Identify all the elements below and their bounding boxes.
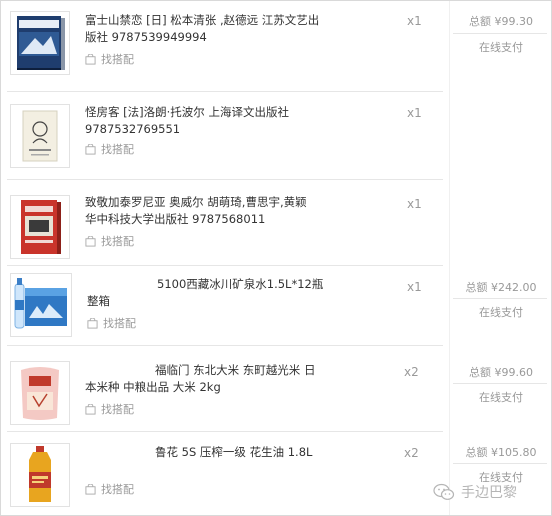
find-match-link[interactable]: 找搭配 bbox=[87, 315, 136, 331]
payment-status: 在线支付 bbox=[479, 391, 523, 404]
find-match-label: 找搭配 bbox=[101, 403, 134, 416]
bag-icon bbox=[85, 235, 96, 247]
product-thumbnail[interactable] bbox=[10, 361, 70, 425]
quantity: x1 bbox=[407, 280, 422, 294]
find-match-label: 找搭配 bbox=[101, 143, 134, 156]
product-title[interactable]: 5100西藏冰川矿泉水1.5L*12瓶 整箱 bbox=[87, 276, 323, 310]
quantity: x1 bbox=[407, 106, 422, 120]
find-match-link[interactable]: 找搭配 bbox=[85, 141, 134, 157]
payment-status: 在线支付 bbox=[479, 306, 523, 319]
order-row-5: 福临门 东北大米 东町越光米 日 本米种 中粮出品 大米 2kg 找搭配 x2 bbox=[1, 345, 449, 431]
product-title[interactable]: 怪房客 [法]洛朗·托波尔 上海译文出版社 9787532769551 bbox=[85, 104, 289, 138]
find-match-label: 找搭配 bbox=[101, 483, 134, 496]
product-thumbnail[interactable] bbox=[10, 273, 72, 337]
divider bbox=[453, 463, 547, 464]
watermark-text: 手边巴黎 bbox=[461, 485, 517, 501]
quantity: x1 bbox=[407, 197, 422, 211]
product-thumbnail[interactable] bbox=[10, 195, 70, 259]
divider bbox=[453, 33, 547, 34]
watermark: 手边巴黎 bbox=[433, 482, 517, 502]
order-total: 总额 ¥99.60 bbox=[469, 366, 533, 379]
divider bbox=[453, 383, 547, 384]
order-total: 总额 ¥99.30 bbox=[469, 15, 533, 28]
column-divider bbox=[449, 1, 450, 515]
find-match-link[interactable]: 找搭配 bbox=[85, 51, 134, 67]
order-list-panel: 富士山禁恋 [日] 松本清张 ,赵德远 江苏文艺出 版社 97875399499… bbox=[0, 0, 552, 516]
quantity: x1 bbox=[407, 14, 422, 28]
find-match-label: 找搭配 bbox=[101, 235, 134, 248]
product-title[interactable]: 富士山禁恋 [日] 松本清张 ,赵德远 江苏文艺出 版社 97875399499… bbox=[85, 12, 319, 46]
bag-icon bbox=[85, 403, 96, 415]
order-row-4: 5100西藏冰川矿泉水1.5L*12瓶 整箱 找搭配 x1 bbox=[1, 265, 449, 345]
product-thumbnail[interactable] bbox=[10, 104, 70, 168]
order-total: 总额 ¥105.80 bbox=[465, 446, 537, 459]
order-row-6: 鲁花 5S 压榨一级 花生油 1.8L 找搭配 x2 bbox=[1, 431, 449, 515]
quantity: x2 bbox=[404, 446, 419, 460]
order-row-3: 致敬加泰罗尼亚 奥威尔 胡萌琦,曹思宇,黄颖 华中科技大学出版社 9787568… bbox=[1, 179, 449, 265]
quantity: x2 bbox=[404, 365, 419, 379]
product-thumbnail[interactable] bbox=[10, 443, 70, 507]
bag-icon bbox=[85, 53, 96, 65]
find-match-link[interactable]: 找搭配 bbox=[85, 233, 134, 249]
product-title[interactable]: 致敬加泰罗尼亚 奥威尔 胡萌琦,曹思宇,黄颖 华中科技大学出版社 9787568… bbox=[85, 194, 307, 228]
product-thumbnail[interactable] bbox=[10, 11, 70, 75]
bag-icon bbox=[85, 483, 96, 495]
order-row-1: 富士山禁恋 [日] 松本清张 ,赵德远 江苏文艺出 版社 97875399499… bbox=[1, 1, 449, 91]
product-title[interactable]: 福临门 东北大米 东町越光米 日 本米种 中粮出品 大米 2kg bbox=[85, 362, 315, 396]
order-total: 总额 ¥242.00 bbox=[465, 281, 537, 294]
wechat-icon bbox=[433, 483, 455, 500]
bag-icon bbox=[87, 317, 98, 329]
find-match-label: 找搭配 bbox=[103, 317, 136, 330]
payment-status: 在线支付 bbox=[479, 41, 523, 54]
order-row-2: 怪房客 [法]洛朗·托波尔 上海译文出版社 9787532769551 找搭配 … bbox=[1, 91, 449, 179]
find-match-link[interactable]: 找搭配 bbox=[85, 401, 134, 417]
divider bbox=[453, 298, 547, 299]
find-match-link[interactable]: 找搭配 bbox=[85, 481, 134, 497]
find-match-label: 找搭配 bbox=[101, 53, 134, 66]
bag-icon bbox=[85, 143, 96, 155]
product-title[interactable]: 鲁花 5S 压榨一级 花生油 1.8L bbox=[85, 444, 312, 461]
